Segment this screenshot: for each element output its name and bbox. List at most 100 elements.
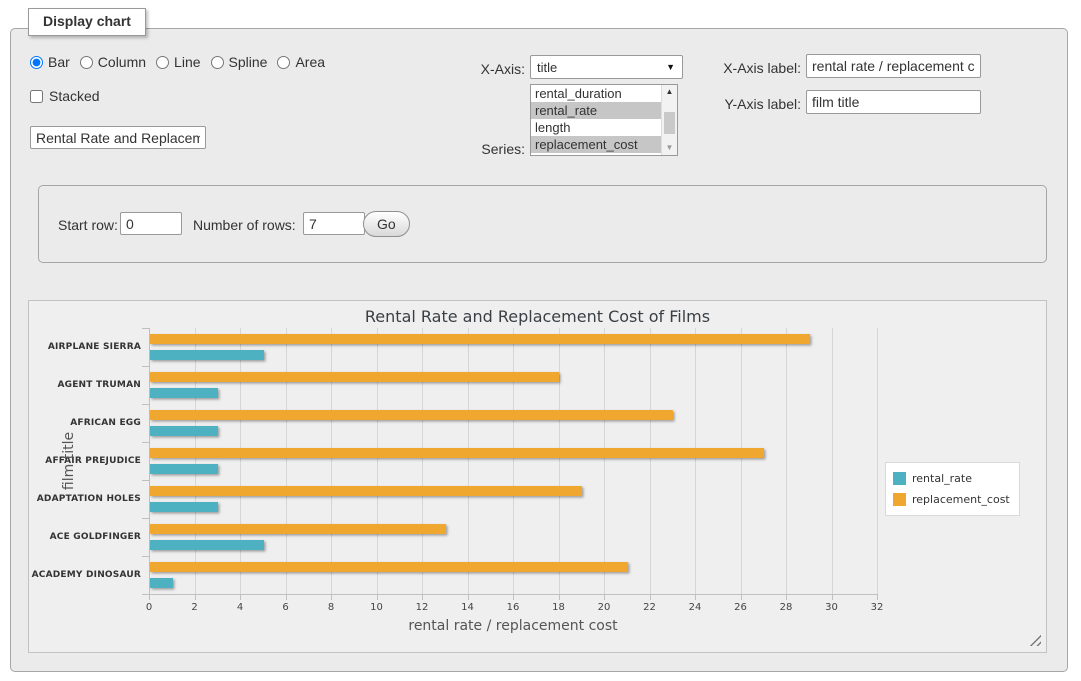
- category-label: AGENT TRUMAN: [33, 366, 141, 404]
- num-rows-label: Number of rows:: [193, 217, 296, 233]
- x-axis-label-input[interactable]: [806, 54, 981, 78]
- chart-type-option-spline[interactable]: Spline: [211, 54, 268, 70]
- gridline: [377, 328, 378, 594]
- series-option-replacement_cost[interactable]: replacement_cost: [531, 136, 661, 153]
- x-axis-tick: [286, 595, 287, 600]
- chart-type-option-line[interactable]: Line: [156, 54, 200, 70]
- x-tick-label: 12: [407, 602, 437, 613]
- x-tick-label: 26: [726, 602, 756, 613]
- x-axis-tick: [832, 595, 833, 600]
- bar-replacement_cost: [150, 372, 559, 382]
- stacked-option[interactable]: Stacked: [30, 88, 100, 104]
- page: Display chart Bar Column Line Spline Area St…: [0, 0, 1081, 681]
- x-axis-tick: [331, 595, 332, 600]
- series-listbox[interactable]: rental_durationrental_ratelengthreplacem…: [530, 84, 678, 156]
- panel-title: Display chart: [28, 8, 146, 36]
- bar-rental_rate: [150, 502, 218, 512]
- x-axis-tick: [741, 595, 742, 600]
- chart-type-options: Bar Column Line Spline Area: [30, 54, 335, 70]
- chart-title-input[interactable]: [30, 126, 206, 149]
- y-axis-label-caption: Y-Axis label:: [700, 96, 801, 112]
- x-axis-title: rental rate / replacement cost: [149, 618, 877, 634]
- chart-type-option-bar[interactable]: Bar: [30, 54, 70, 70]
- series-option-rental_rate[interactable]: rental_rate: [531, 102, 661, 119]
- series-option-length[interactable]: length: [531, 119, 661, 136]
- chart-type-radio-spline[interactable]: [211, 56, 224, 69]
- x-axis-tick: [240, 595, 241, 600]
- chart-type-radio-column[interactable]: [80, 56, 93, 69]
- chart-type-option-area[interactable]: Area: [277, 54, 325, 70]
- x-tick-label: 2: [180, 602, 210, 613]
- chart-type-radio-bar[interactable]: [30, 56, 43, 69]
- gridline: [604, 328, 605, 594]
- chart-type-option-label: Area: [295, 54, 325, 70]
- series-listbox-options: rental_durationrental_ratelengthreplacem…: [531, 85, 661, 155]
- x-axis-line: [149, 594, 878, 595]
- resize-handle-icon[interactable]: [1029, 634, 1041, 646]
- x-axis-select[interactable]: title ▼: [530, 55, 683, 79]
- y-axis-label-input[interactable]: [806, 90, 981, 114]
- x-tick-label: 8: [316, 602, 346, 613]
- go-button[interactable]: Go: [363, 211, 410, 237]
- row-range-form: [38, 185, 1047, 263]
- x-axis-label-caption: X-Axis label:: [700, 60, 801, 76]
- chart-type-option-label: Line: [174, 54, 200, 70]
- x-tick-label: 6: [271, 602, 301, 613]
- x-axis-tick: [786, 595, 787, 600]
- gridline: [468, 328, 469, 594]
- x-tick-label: 32: [862, 602, 892, 613]
- chart-type-radio-line[interactable]: [156, 56, 169, 69]
- scroll-down-icon[interactable]: ▼: [662, 141, 677, 155]
- gridline: [195, 328, 196, 594]
- gridline: [513, 328, 514, 594]
- y-axis-line: [149, 328, 150, 595]
- series-option-rental_duration[interactable]: rental_duration: [531, 85, 661, 102]
- x-tick-label: 30: [817, 602, 847, 613]
- scrollbar-thumb[interactable]: [664, 112, 675, 134]
- bar-rental_rate: [150, 388, 218, 398]
- x-axis-tick: [422, 595, 423, 600]
- num-rows-input[interactable]: [303, 212, 365, 235]
- y-axis-tick: [142, 366, 149, 367]
- y-axis-tick: [142, 480, 149, 481]
- x-axis-selected-value: title: [537, 60, 557, 75]
- scroll-up-icon[interactable]: ▲: [662, 85, 677, 99]
- x-axis-tick: [559, 595, 560, 600]
- series-listbox-scrollbar[interactable]: ▲ ▼: [661, 85, 677, 155]
- x-axis-tick: [650, 595, 651, 600]
- chart-area: Rental Rate and Replacement Cost of Film…: [28, 300, 1047, 653]
- legend-swatch-icon: [893, 472, 906, 485]
- gridline: [832, 328, 833, 594]
- gridline: [786, 328, 787, 594]
- x-tick-label: 24: [680, 602, 710, 613]
- y-axis-tick: [142, 328, 149, 329]
- x-tick-label: 10: [362, 602, 392, 613]
- category-label: ACADEMY DINOSAUR: [33, 556, 141, 594]
- chart-type-option-column[interactable]: Column: [80, 54, 146, 70]
- chart-legend: rental_rate replacement_cost: [885, 462, 1020, 516]
- gridline: [650, 328, 651, 594]
- y-axis-title: film title: [61, 432, 77, 490]
- stacked-label: Stacked: [49, 88, 100, 104]
- start-row-input[interactable]: [120, 212, 182, 235]
- gridline: [240, 328, 241, 594]
- start-row-label: Start row:: [58, 217, 118, 233]
- y-axis-tick: [142, 442, 149, 443]
- legend-label: replacement_cost: [912, 493, 1010, 506]
- category-label: AFRICAN EGG: [33, 404, 141, 442]
- stacked-checkbox[interactable]: [30, 90, 43, 103]
- bar-rental_rate: [150, 540, 264, 550]
- x-tick-label: 4: [225, 602, 255, 613]
- legend-swatch-icon: [893, 493, 906, 506]
- y-axis-tick: [142, 594, 149, 595]
- bar-replacement_cost: [150, 334, 810, 344]
- chart-type-radio-area[interactable]: [277, 56, 290, 69]
- legend-item-rental_rate[interactable]: rental_rate: [893, 468, 1010, 489]
- gridline: [559, 328, 560, 594]
- legend-item-replacement_cost[interactable]: replacement_cost: [893, 489, 1010, 510]
- y-axis-tick: [142, 404, 149, 405]
- x-axis-tick: [377, 595, 378, 600]
- chevron-down-icon: ▼: [666, 63, 675, 72]
- chart-type-option-label: Spline: [229, 54, 268, 70]
- gridline: [331, 328, 332, 594]
